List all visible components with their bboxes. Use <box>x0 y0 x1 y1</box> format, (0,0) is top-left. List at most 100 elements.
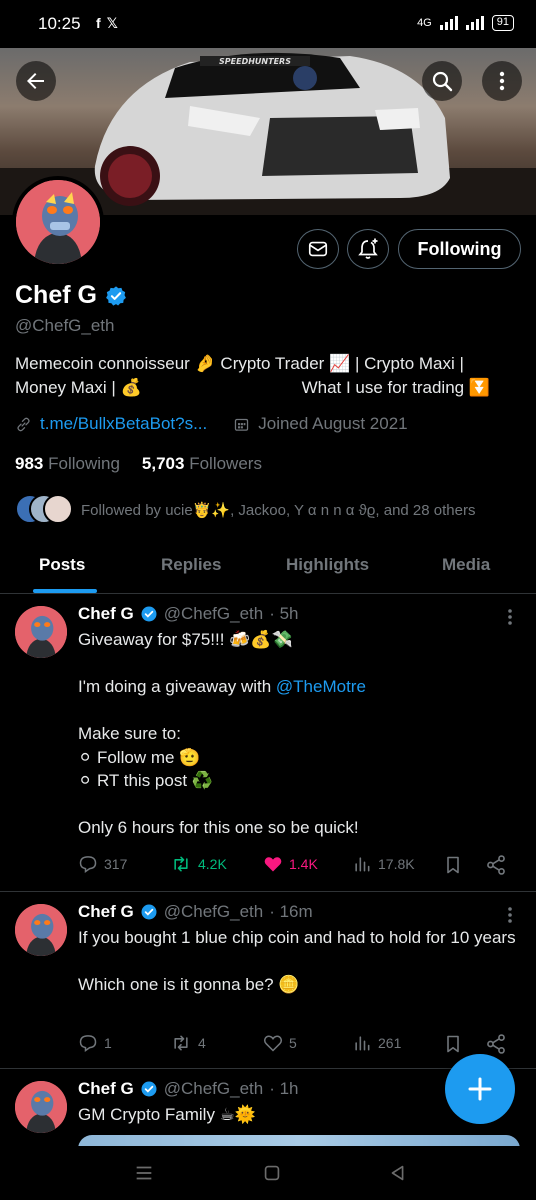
share-icon <box>487 1034 505 1054</box>
tab-highlights[interactable]: Highlights <box>286 555 369 575</box>
share-button[interactable] <box>485 1033 507 1055</box>
tab-posts[interactable]: Posts <box>39 555 85 575</box>
message-button[interactable] <box>297 229 339 269</box>
bio-line-2-left: Money Maxi | 💰 <box>15 378 142 397</box>
views-button[interactable]: 261 <box>352 1033 401 1053</box>
arrow-left-icon <box>27 73 44 89</box>
notify-button[interactable] <box>347 229 389 269</box>
mention-link[interactable]: @TheMotre <box>276 677 366 696</box>
reply-button[interactable]: 317 <box>78 854 127 874</box>
mutual-avatar <box>43 494 73 524</box>
post[interactable]: Chef G @ChefG_eth · 5h Giveaway for $75!… <box>0 595 536 892</box>
post-time: · 1h <box>269 1079 299 1098</box>
compose-button[interactable] <box>445 1054 515 1124</box>
back-nav-icon[interactable] <box>387 1162 409 1184</box>
reply-icon <box>79 1035 97 1052</box>
verified-badge-icon <box>141 1081 157 1097</box>
signal-2-icon <box>465 16 484 30</box>
followed-by-text: Followed by ucie🤴✨, Jackoo, Y α n n α ϑϱ… <box>81 502 476 519</box>
ape-avatar-icon <box>15 1081 67 1133</box>
post-author-name[interactable]: Chef G <box>78 604 134 624</box>
battery-indicator: 91 <box>491 15 514 31</box>
post-time: · 16m <box>269 902 313 921</box>
system-nav-bar <box>0 1146 536 1200</box>
plus-icon <box>468 1077 492 1101</box>
more-options-button[interactable] <box>482 61 522 101</box>
bio-line-2-right: What I use for trading ⏬ <box>301 378 490 397</box>
post-author-name[interactable]: Chef G <box>78 1079 134 1099</box>
more-vertical-icon[interactable] <box>502 607 518 627</box>
calendar-icon <box>235 418 249 431</box>
post-text-b: Make sure to: ⚪ Follow me 🫡 ⚪ RT this po… <box>78 724 359 837</box>
post-author-handle: @ChefG_eth <box>163 902 264 921</box>
profile-meta: t.me/BullxBetaBot?s... Joined August 202… <box>15 414 408 434</box>
joined-date: Joined August 2021 <box>258 414 408 433</box>
bookmark-icon <box>447 856 459 874</box>
more-vertical-icon <box>499 71 505 91</box>
repost-icon <box>174 856 188 872</box>
post-time: · 5h <box>269 604 299 623</box>
tab-media[interactable]: Media <box>442 555 490 575</box>
more-vertical-icon[interactable] <box>502 905 518 925</box>
verified-badge-icon <box>141 606 157 622</box>
like-button[interactable]: 5 <box>263 1033 297 1053</box>
post-text-a: Giveaway for $75!!! 🍻💰💸 I'm doing a give… <box>78 630 293 696</box>
status-bar: 10:25 f 𝕏 4G 91 <box>0 0 536 48</box>
post-avatar[interactable] <box>15 606 67 658</box>
post[interactable]: Chef G @ChefG_eth · 16m If you bought 1 … <box>0 893 536 1069</box>
post-header: Chef G @ChefG_eth · 16m <box>78 902 313 922</box>
reply-button[interactable]: 1 <box>78 1033 112 1053</box>
recent-apps-icon[interactable] <box>133 1162 155 1184</box>
profile-link[interactable]: t.me/BullxBetaBot?s... <box>40 414 207 434</box>
post-avatar[interactable] <box>15 904 67 956</box>
search-button[interactable] <box>422 61 462 101</box>
views-count: 17.8K <box>378 856 415 872</box>
share-icon <box>487 855 505 875</box>
repost-button[interactable]: 4 <box>170 1033 206 1053</box>
post-header: Chef G @ChefG_eth · 5h <box>78 604 299 624</box>
home-icon[interactable] <box>261 1162 283 1184</box>
bio-line-1: Memecoin connoisseur 🤌 Crypto Trader 📈 |… <box>15 354 464 373</box>
verified-badge-icon[interactable] <box>105 285 127 307</box>
profile-avatar[interactable] <box>12 176 104 268</box>
followed-by[interactable]: Followed by ucie🤴✨, Jackoo, Y α n n α ϑϱ… <box>15 494 475 526</box>
post-author-handle: @ChefG_eth <box>163 1079 264 1098</box>
reply-count: 1 <box>104 1035 112 1051</box>
bell-plus-icon <box>358 238 378 259</box>
share-button[interactable] <box>485 854 507 876</box>
display-name: Chef G <box>15 281 97 309</box>
following-button[interactable]: Following <box>398 229 521 269</box>
post-author-handle: @ChefG_eth <box>163 604 264 623</box>
link-icon <box>17 417 30 431</box>
views-button[interactable]: 17.8K <box>352 854 415 874</box>
profile-bio: Memecoin connoisseur 🤌 Crypto Trader 📈 |… <box>15 352 515 400</box>
like-count: 5 <box>289 1035 297 1051</box>
post-author-name[interactable]: Chef G <box>78 902 134 922</box>
profile-handle: @ChefG_eth <box>15 316 115 335</box>
views-bar-icon <box>355 1036 370 1051</box>
ape-avatar-icon <box>15 904 67 956</box>
followers-count-link[interactable]: 5,703 Followers <box>142 454 262 474</box>
tab-replies[interactable]: Replies <box>161 555 221 575</box>
post-header: Chef G @ChefG_eth · 1h <box>78 1079 299 1099</box>
like-count: 1.4K <box>289 856 318 872</box>
envelope-icon <box>308 241 328 257</box>
x-icon: 𝕏 <box>106 15 118 31</box>
post-actions: 1 4 5 261 <box>78 1033 518 1057</box>
reply-icon <box>79 856 97 873</box>
status-time: 10:25 <box>38 14 81 33</box>
following-count-link[interactable]: 983 Following <box>15 454 120 474</box>
post-text: Giveaway for $75!!! 🍻💰💸 I'm doing a give… <box>78 628 518 840</box>
like-button[interactable]: 1.4K <box>263 854 318 874</box>
joined-wrap: Joined August 2021 <box>233 414 408 434</box>
back-button[interactable] <box>16 61 56 101</box>
avatar-image <box>16 180 100 264</box>
following-count: 983 <box>15 454 44 473</box>
post-avatar[interactable] <box>15 1081 67 1133</box>
repost-button[interactable]: 4.2K <box>170 854 227 874</box>
bookmark-button[interactable] <box>443 1033 463 1055</box>
post-actions: 317 4.2K 1.4K 17.8K <box>78 854 518 878</box>
bio-line-2: Money Maxi | 💰 What I use for trading ⏬ <box>15 376 490 400</box>
bookmark-button[interactable] <box>443 854 463 876</box>
following-label: Following <box>48 454 120 473</box>
